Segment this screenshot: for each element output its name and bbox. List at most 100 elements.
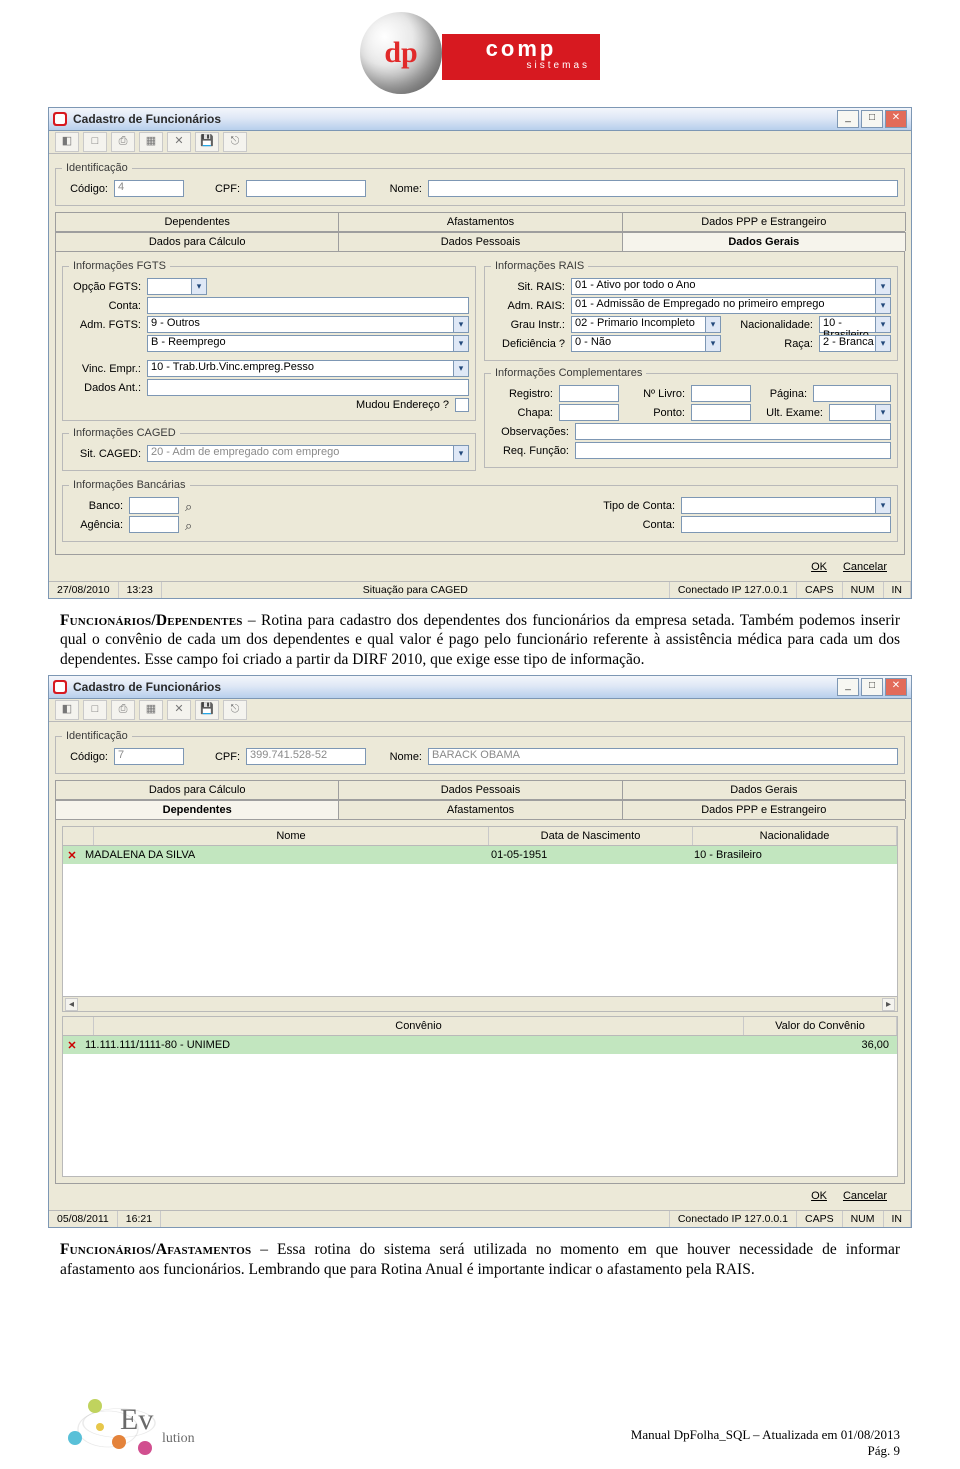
tool-delete-icon[interactable]: ✕	[167, 700, 191, 720]
table-row[interactable]: ✕ MADALENA DA SILVA 01-05-1951 10 - Bras…	[63, 846, 897, 864]
select-sit-caged[interactable]: 20 - Adm de empregado com emprego▾	[147, 445, 469, 462]
tool-nav-icon[interactable]: ◧	[55, 132, 79, 152]
status-caps: CAPS	[797, 582, 843, 598]
toolbar: ◧ □ ⎙ ▦ ✕ 💾 ⎋	[49, 699, 911, 722]
tab-ppp-estrangeiro[interactable]: Dados PPP e Estrangeiro	[622, 212, 906, 231]
tab-dependentes[interactable]: Dependentes	[55, 212, 339, 231]
tab-dados-pessoais[interactable]: Dados Pessoais	[338, 232, 622, 251]
input-conta-fgts[interactable]	[147, 297, 469, 314]
status-caps: CAPS	[797, 1211, 843, 1227]
fieldset-complementares: Informações Complementares Registro: Nº …	[484, 367, 898, 468]
input-cpf[interactable]	[246, 180, 366, 197]
minimize-button[interactable]: _	[837, 678, 859, 696]
fieldset-rais: Informações RAIS Sit. RAIS: 01 - Ativo p…	[484, 260, 898, 361]
tool-delete-icon[interactable]: ✕	[167, 132, 191, 152]
input-observacoes[interactable]	[575, 423, 891, 440]
cancel-button[interactable]: Cancelar	[843, 1190, 887, 1202]
tab-ppp-estrangeiro[interactable]: Dados PPP e Estrangeiro	[622, 800, 906, 819]
tabrow-lower: Dados para Cálculo Dados Pessoais Dados …	[55, 232, 905, 252]
select-deficiencia[interactable]: 0 - Não▾	[571, 335, 721, 352]
panel-dependentes: Nome Data de Nascimento Nacionalidade ✕ …	[55, 820, 905, 1184]
tab-afastamentos[interactable]: Afastamentos	[338, 800, 622, 819]
tab-dados-gerais[interactable]: Dados Gerais	[622, 780, 906, 799]
select-nacionalidade[interactable]: 10 - Brasileiro▾	[819, 316, 891, 333]
lookup-banco-icon[interactable]	[185, 499, 201, 513]
lookup-agencia-icon[interactable]	[185, 518, 201, 532]
cancel-button[interactable]: Cancelar	[843, 561, 887, 573]
tab-dados-calculo[interactable]: Dados para Cálculo	[55, 780, 339, 799]
select-sit-rais[interactable]: 01 - Ativo por todo o Ano▾	[571, 278, 891, 295]
tool-exit-icon[interactable]: ⎋	[223, 700, 247, 720]
tool-new-icon[interactable]: □	[83, 132, 107, 152]
input-chapa[interactable]	[559, 404, 619, 421]
minimize-button[interactable]: _	[837, 110, 859, 128]
tab-dados-pessoais[interactable]: Dados Pessoais	[338, 780, 622, 799]
input-dados-ant[interactable]	[147, 379, 469, 396]
tab-dados-gerais[interactable]: Dados Gerais	[622, 232, 906, 251]
grid-conv-body[interactable]: ✕ 11.111.111/1111-80 - UNIMED 36,00	[62, 1036, 898, 1177]
input-ponto[interactable]	[691, 404, 751, 421]
status-message	[161, 1211, 670, 1227]
select-tipo-conta[interactable]: ▾	[681, 497, 891, 514]
status-time: 16:21	[118, 1211, 161, 1227]
select-adm-rais[interactable]: 01 - Admissão de Empregado no primeiro e…	[571, 297, 891, 314]
select-raca[interactable]: 2 - Branca▾	[819, 335, 891, 352]
tab-dados-calculo[interactable]: Dados para Cálculo	[55, 232, 339, 251]
tab-dependentes[interactable]: Dependentes	[55, 800, 339, 819]
input-codigo[interactable]: 4	[114, 180, 184, 197]
table-row[interactable]: ✕ 11.111.111/1111-80 - UNIMED 36,00	[63, 1036, 897, 1054]
input-pagina[interactable]	[813, 385, 891, 402]
input-conta-banco[interactable]	[681, 516, 891, 533]
tool-save-icon[interactable]: 💾	[195, 700, 219, 720]
input-nome[interactable]	[428, 180, 898, 197]
label-codigo: Código:	[62, 183, 108, 195]
tool-print-icon[interactable]: ⎙	[111, 700, 135, 720]
tab-afastamentos[interactable]: Afastamentos	[338, 212, 622, 231]
titlebar[interactable]: Cadastro de Funcionários _ □ ✕	[49, 108, 911, 131]
status-date: 05/08/2011	[49, 1211, 118, 1227]
brand-logo: dp comp sistemas	[0, 0, 960, 103]
input-req-funcao[interactable]	[575, 442, 891, 459]
select-vinc-empr[interactable]: 10 - Trab.Urb.Vinc.empreg.Pesso▾	[147, 360, 469, 377]
tool-save-icon[interactable]: 💾	[195, 132, 219, 152]
grid-conv-header: Convênio Valor do Convênio	[62, 1016, 898, 1036]
close-button[interactable]: ✕	[885, 110, 907, 128]
ok-button[interactable]: OK	[811, 1190, 827, 1202]
tool-nav-icon[interactable]: ◧	[55, 700, 79, 720]
select-ult-exame[interactable]: ▾	[829, 404, 891, 421]
tool-exit-icon[interactable]: ⎋	[223, 132, 247, 152]
tool-print-icon[interactable]: ⎙	[111, 132, 135, 152]
select-adm-fgts-2[interactable]: B - Reemprego▾	[147, 335, 469, 352]
tool-grid-icon[interactable]: ▦	[139, 132, 163, 152]
input-registro[interactable]	[559, 385, 619, 402]
h-scrollbar[interactable]: ◂▸	[62, 997, 898, 1012]
grid-dep-body[interactable]: ✕ MADALENA DA SILVA 01-05-1951 10 - Bras…	[62, 846, 898, 997]
select-opcao-fgts[interactable]: ▾	[147, 278, 207, 295]
input-nome[interactable]: BARACK OBAMA	[428, 748, 898, 765]
tool-new-icon[interactable]: □	[83, 700, 107, 720]
status-message: Situação para CAGED	[162, 582, 670, 598]
delete-row-icon[interactable]: ✕	[63, 849, 81, 862]
panel-dados-gerais: Informações FGTS Opção FGTS: ▾ Conta: Ad…	[55, 252, 905, 555]
maximize-button[interactable]: □	[861, 678, 883, 696]
input-banco[interactable]	[129, 497, 179, 514]
status-bar: 27/08/2010 13:23 Situação para CAGED Con…	[49, 581, 911, 598]
delete-row-icon[interactable]: ✕	[63, 1039, 81, 1052]
titlebar[interactable]: Cadastro de Funcionários _ □ ✕	[49, 676, 911, 699]
maximize-button[interactable]: □	[861, 110, 883, 128]
input-cpf[interactable]: 399.741.528-52	[246, 748, 366, 765]
input-agencia[interactable]	[129, 516, 179, 533]
status-connection: Conectado IP 127.0.0.1	[670, 1211, 797, 1227]
paragraph-dependentes: Funcionários/Dependentes – Rotina para c…	[60, 611, 900, 669]
checkbox-mudou-endereco[interactable]	[455, 398, 469, 412]
input-codigo[interactable]: 7	[114, 748, 184, 765]
close-button[interactable]: ✕	[885, 678, 907, 696]
tool-grid-icon[interactable]: ▦	[139, 700, 163, 720]
ok-button[interactable]: OK	[811, 561, 827, 573]
status-time: 13:23	[119, 582, 162, 598]
footer-line-2: Pág. 9	[631, 1443, 900, 1459]
select-grau-instr[interactable]: 02 - Primario Incompleto▾	[571, 316, 721, 333]
input-livro[interactable]	[691, 385, 751, 402]
select-adm-fgts[interactable]: 9 - Outros▾	[147, 316, 469, 333]
tabrow-lower: Dependentes Afastamentos Dados PPP e Est…	[55, 800, 905, 820]
